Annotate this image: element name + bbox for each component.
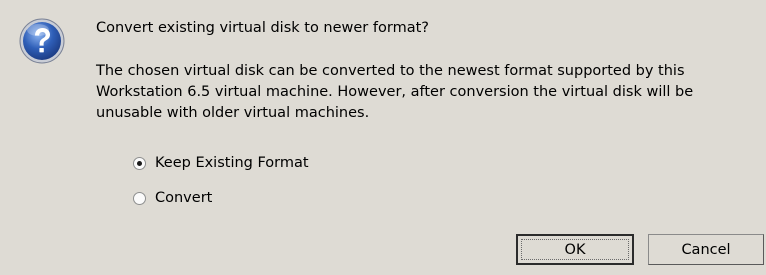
dialog-message: The chosen virtual disk can be converted… xyxy=(96,63,694,121)
radio-button-unselected[interactable] xyxy=(133,191,146,205)
cancel-button-label: Cancel xyxy=(681,241,731,258)
radio-keep-existing-format[interactable]: Keep Existing Format xyxy=(133,152,309,174)
convert-disk-dialog: Convert existing virtual disk to newer f… xyxy=(0,0,766,275)
radio-convert[interactable]: Convert xyxy=(133,187,212,209)
ok-button[interactable]: OK xyxy=(516,234,634,265)
radio-button-selected[interactable] xyxy=(133,156,146,170)
focus-ring xyxy=(521,239,629,260)
radio-convert-label[interactable]: Convert xyxy=(155,190,212,206)
cancel-button[interactable]: Cancel xyxy=(648,234,764,265)
question-icon xyxy=(18,17,66,65)
radio-keep-existing-format-label[interactable]: Keep Existing Format xyxy=(155,155,309,171)
radio-selected-dot xyxy=(137,160,142,166)
dialog-title: Convert existing virtual disk to newer f… xyxy=(96,20,429,36)
